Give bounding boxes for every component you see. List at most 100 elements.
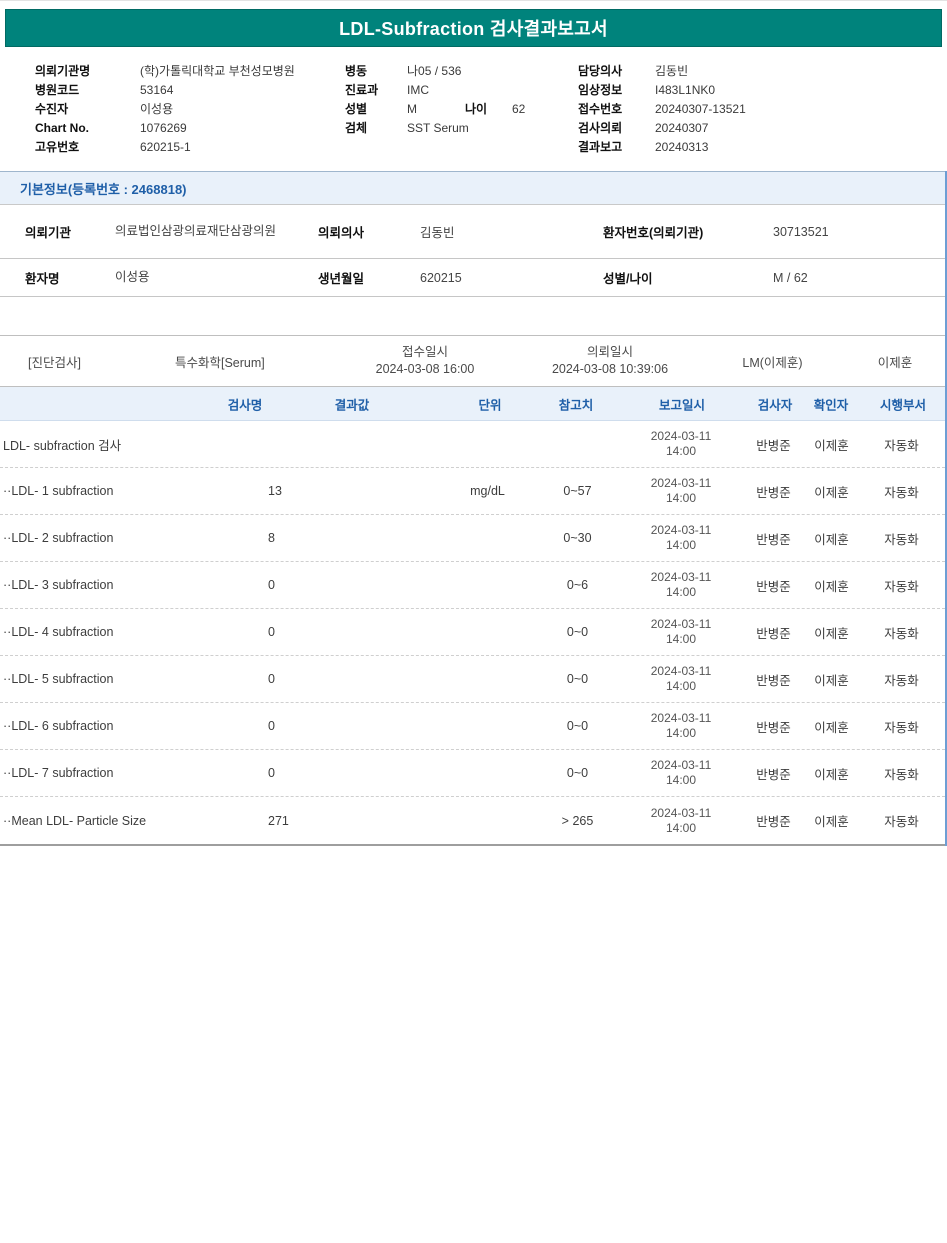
column-header: 검사명 [228, 394, 263, 413]
exam-request-datetime: 2024-03-08 10:39:06 [520, 361, 700, 378]
info-row: 검체SST Serum [345, 118, 578, 137]
department-cell: 자동화 [858, 435, 945, 454]
report-time: 14:00 [620, 444, 742, 459]
column-header: 확인자 [814, 394, 849, 413]
result-value-cell: 13 [265, 484, 440, 498]
test-name-cell: LDL- subfraction 검사 [0, 435, 265, 454]
test-name-cell: ··LDL- 7 subfraction [0, 766, 265, 780]
info-label: 임상정보 [578, 81, 655, 98]
info-label: 고유번호 [35, 138, 140, 155]
result-row: ··LDL- 1 subfraction13mg/dL0~572024-03-1… [0, 468, 945, 515]
basic-info-row: 의뢰기관의료법인삼광의료재단삼광의원의뢰의사김동빈환자번호(의뢰기관)30713… [0, 205, 945, 259]
info-row: 결과보고20240313 [578, 137, 947, 156]
top-info-col2: 병동나05 / 536진료과IMC성별M나이62검체SST Serum [345, 61, 578, 156]
result-value-cell: 0 [265, 766, 440, 780]
info-value: 나05 / 536 [407, 62, 465, 79]
examiner-cell: 반병준 [742, 435, 805, 454]
result-value-cell: 0 [265, 719, 440, 733]
exam-receipt-datetime: 2024-03-08 16:00 [330, 361, 520, 378]
confirmer-cell: 이제훈 [805, 576, 858, 595]
field-value: 의료법인삼광의료재단삼광의원 [115, 223, 283, 240]
info-value: I483L1NK0 [655, 83, 715, 97]
info-value: (학)가톨릭대학교 부천성모병원 [140, 62, 295, 79]
info-row: 접수번호20240307-13521 [578, 99, 947, 118]
report-date: 2024-03-11 [620, 476, 742, 491]
field-value: 620215 [420, 271, 595, 285]
info-label: 성별 [345, 100, 407, 117]
department-cell: 자동화 [858, 764, 945, 783]
confirmer-cell: 이제훈 [805, 717, 858, 736]
test-name-cell: ··Mean LDL- Particle Size [0, 814, 265, 828]
info-value: 620215-1 [140, 140, 191, 154]
exam-receipt-label: 접수일시 [330, 344, 520, 361]
info-label: 수진자 [35, 100, 140, 117]
info-row: 의뢰기관명(학)가톨릭대학교 부천성모병원 [35, 61, 345, 80]
reference-cell: 0~0 [535, 672, 620, 686]
reference-cell: 0~57 [535, 484, 620, 498]
info-label: 진료과 [345, 81, 407, 98]
report-datetime-cell: 2024-03-1114:00 [620, 758, 742, 788]
test-name-cell: ··LDL- 2 subfraction [0, 531, 265, 545]
report-datetime-cell: 2024-03-1114:00 [620, 570, 742, 600]
info-label: Chart No. [35, 121, 140, 135]
confirmer-cell: 이제훈 [805, 623, 858, 642]
column-header: 결과값 [335, 394, 370, 413]
results-header-row: 검사명결과값단위참고치보고일시검사자확인자시행부서 [0, 387, 945, 421]
reference-cell: > 265 [535, 814, 620, 828]
report-time: 14:00 [620, 773, 742, 788]
report-date: 2024-03-11 [620, 806, 742, 821]
info-label: 병원코드 [35, 81, 140, 98]
result-row: ··LDL- 3 subfraction00~62024-03-1114:00반… [0, 562, 945, 609]
reference-cell: 0~0 [535, 719, 620, 733]
info-label: 담당의사 [578, 62, 655, 79]
report-datetime-cell: 2024-03-1114:00 [620, 523, 742, 553]
result-row: ··LDL- 4 subfraction00~02024-03-1114:00반… [0, 609, 945, 656]
examiner-cell: 반병준 [742, 670, 805, 689]
field-label: 생년월일 [315, 268, 420, 287]
info-label: 의뢰기관명 [35, 62, 140, 79]
result-value-cell: 0 [265, 578, 440, 592]
field-label: 의뢰의사 [315, 222, 420, 241]
column-header: 보고일시 [659, 394, 705, 413]
department-cell: 자동화 [858, 576, 945, 595]
info-row: 고유번호620215-1 [35, 137, 345, 156]
report-date: 2024-03-11 [620, 523, 742, 538]
exam-lab-name: LM(이제훈) [700, 352, 845, 371]
report-date: 2024-03-11 [620, 758, 742, 773]
info-row: 담당의사김동빈 [578, 61, 947, 80]
results-table: LDL- subfraction 검사2024-03-1114:00반병준이제훈… [0, 421, 945, 846]
confirmer-cell: 이제훈 [805, 435, 858, 454]
examiner-cell: 반병준 [742, 529, 805, 548]
info-label: 접수번호 [578, 100, 655, 117]
info-value: 이성용 [140, 100, 173, 117]
report-body: 기본정보(등록번호 : 2468818) 의뢰기관의료법인삼광의료재단삼광의원의… [0, 171, 947, 846]
info-label: 결과보고 [578, 138, 655, 155]
info-value: 20240307-13521 [655, 102, 746, 116]
info-row: 병동나05 / 536 [345, 61, 578, 80]
department-cell: 자동화 [858, 623, 945, 642]
result-row: LDL- subfraction 검사2024-03-1114:00반병준이제훈… [0, 421, 945, 468]
result-row: ··LDL- 7 subfraction00~02024-03-1114:00반… [0, 750, 945, 797]
report-time: 14:00 [620, 632, 742, 647]
confirmer-cell: 이제훈 [805, 764, 858, 783]
info-value: SST Serum [407, 121, 469, 135]
info-value: 20240313 [655, 140, 708, 154]
field-label: 성별/나이 [595, 268, 773, 287]
result-value-cell: 0 [265, 672, 440, 686]
department-cell: 자동화 [858, 482, 945, 501]
info-row: 검사의뢰20240307 [578, 118, 947, 137]
info-label: 나이 [465, 100, 512, 117]
exam-receipt-block: 접수일시 2024-03-08 16:00 [330, 344, 520, 378]
info-row: 병원코드53164 [35, 80, 345, 99]
examiner-cell: 반병준 [742, 764, 805, 783]
result-row: ··LDL- 6 subfraction00~02024-03-1114:00반… [0, 703, 945, 750]
info-row: 진료과IMC [345, 80, 578, 99]
field-value: 이성용 [115, 269, 283, 286]
report-date: 2024-03-11 [620, 617, 742, 632]
field-label: 환자명 [0, 268, 115, 287]
exam-test-group: 특수화학[Serum] [140, 352, 330, 371]
info-row: 수진자이성용 [35, 99, 345, 118]
field-value: M / 62 [773, 271, 945, 285]
report-date: 2024-03-11 [620, 711, 742, 726]
confirmer-cell: 이제훈 [805, 482, 858, 501]
